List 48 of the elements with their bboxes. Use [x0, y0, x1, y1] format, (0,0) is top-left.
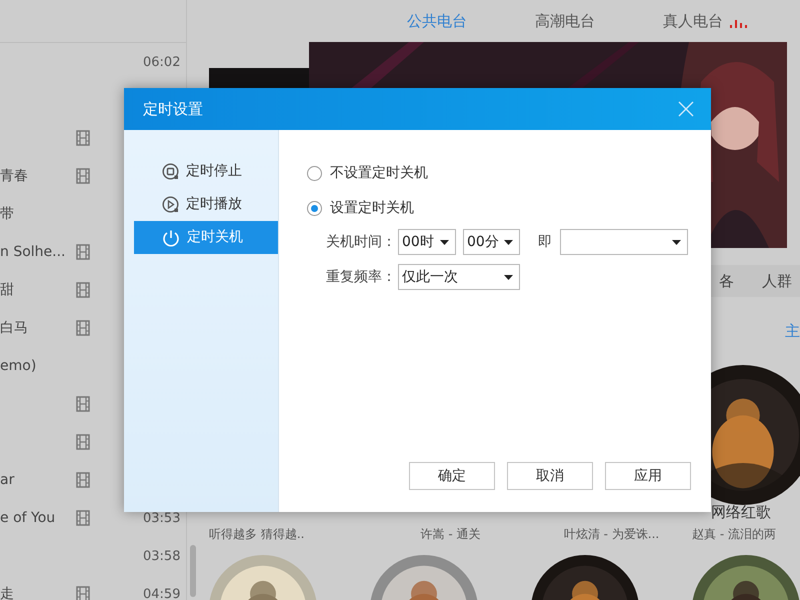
power-icon	[162, 228, 180, 246]
playlist-caption: 叶炫清 - 为爱诛...	[564, 526, 660, 543]
stop-timer-icon	[162, 163, 179, 180]
song-title: 青春	[0, 168, 28, 184]
radio-button[interactable]	[307, 166, 322, 181]
repeat-select[interactable]: 仅此一次	[398, 264, 520, 290]
dropdown-arrow-icon	[504, 274, 513, 280]
field-label: 重复频率：	[326, 268, 397, 286]
playlist-title: 网络红歌	[711, 502, 771, 523]
song-duration: 06:02	[143, 54, 180, 70]
playlist-caption: 听得越多 猜得越..	[209, 526, 304, 543]
song-title: 带	[0, 206, 14, 222]
dropdown-arrow-icon	[504, 240, 513, 244]
song-duration: 03:53	[143, 510, 180, 526]
category-tab[interactable]: 各	[719, 270, 734, 292]
song-title: ar	[0, 472, 14, 488]
playlist-caption: 赵真 - 流泪的两	[692, 526, 776, 543]
radio-tab[interactable]: 真人电台	[663, 10, 723, 32]
song-title: 白马	[0, 320, 28, 336]
hour-select[interactable]: 00时	[398, 229, 456, 255]
dialog-button[interactable]: 确定	[409, 462, 495, 490]
radio-option[interactable]: 不设置定时关机	[307, 156, 428, 191]
scrollbar-thumb[interactable]	[190, 545, 196, 597]
playlist-caption: 许嵩 - 通关	[420, 526, 480, 543]
category-tab[interactable]: 人群	[762, 270, 792, 292]
play-timer-icon	[162, 196, 179, 213]
time-select[interactable]	[560, 229, 688, 255]
song-title: n Solhe...	[0, 244, 66, 260]
dropdown-arrow-icon	[672, 240, 681, 244]
close-button[interactable]	[678, 101, 694, 117]
radio-button[interactable]	[307, 201, 322, 216]
song-title: e of You	[0, 510, 56, 526]
song-title: emo)	[0, 358, 36, 374]
song-title: 甜	[0, 282, 14, 298]
sidebar-item[interactable]: 定时播放	[134, 188, 278, 221]
song-duration: 03:58	[143, 548, 180, 564]
field-label: 关机时间：	[326, 232, 397, 252]
field-label: 即	[538, 232, 553, 252]
song-title: 走	[0, 586, 14, 600]
dialog-button[interactable]: 应用	[605, 462, 691, 490]
sidebar-item[interactable]: 定时停止	[134, 155, 278, 188]
dialog-button[interactable]: 取消	[507, 462, 593, 490]
radio-option[interactable]: 设置定时关机	[307, 191, 414, 226]
song-duration: 04:59	[143, 586, 180, 600]
radio-tab[interactable]: 高潮电台	[535, 10, 595, 32]
dropdown-arrow-icon	[440, 240, 449, 244]
minute-select[interactable]: 00分	[463, 229, 520, 255]
dialog-title: 定时设置	[143, 98, 203, 120]
